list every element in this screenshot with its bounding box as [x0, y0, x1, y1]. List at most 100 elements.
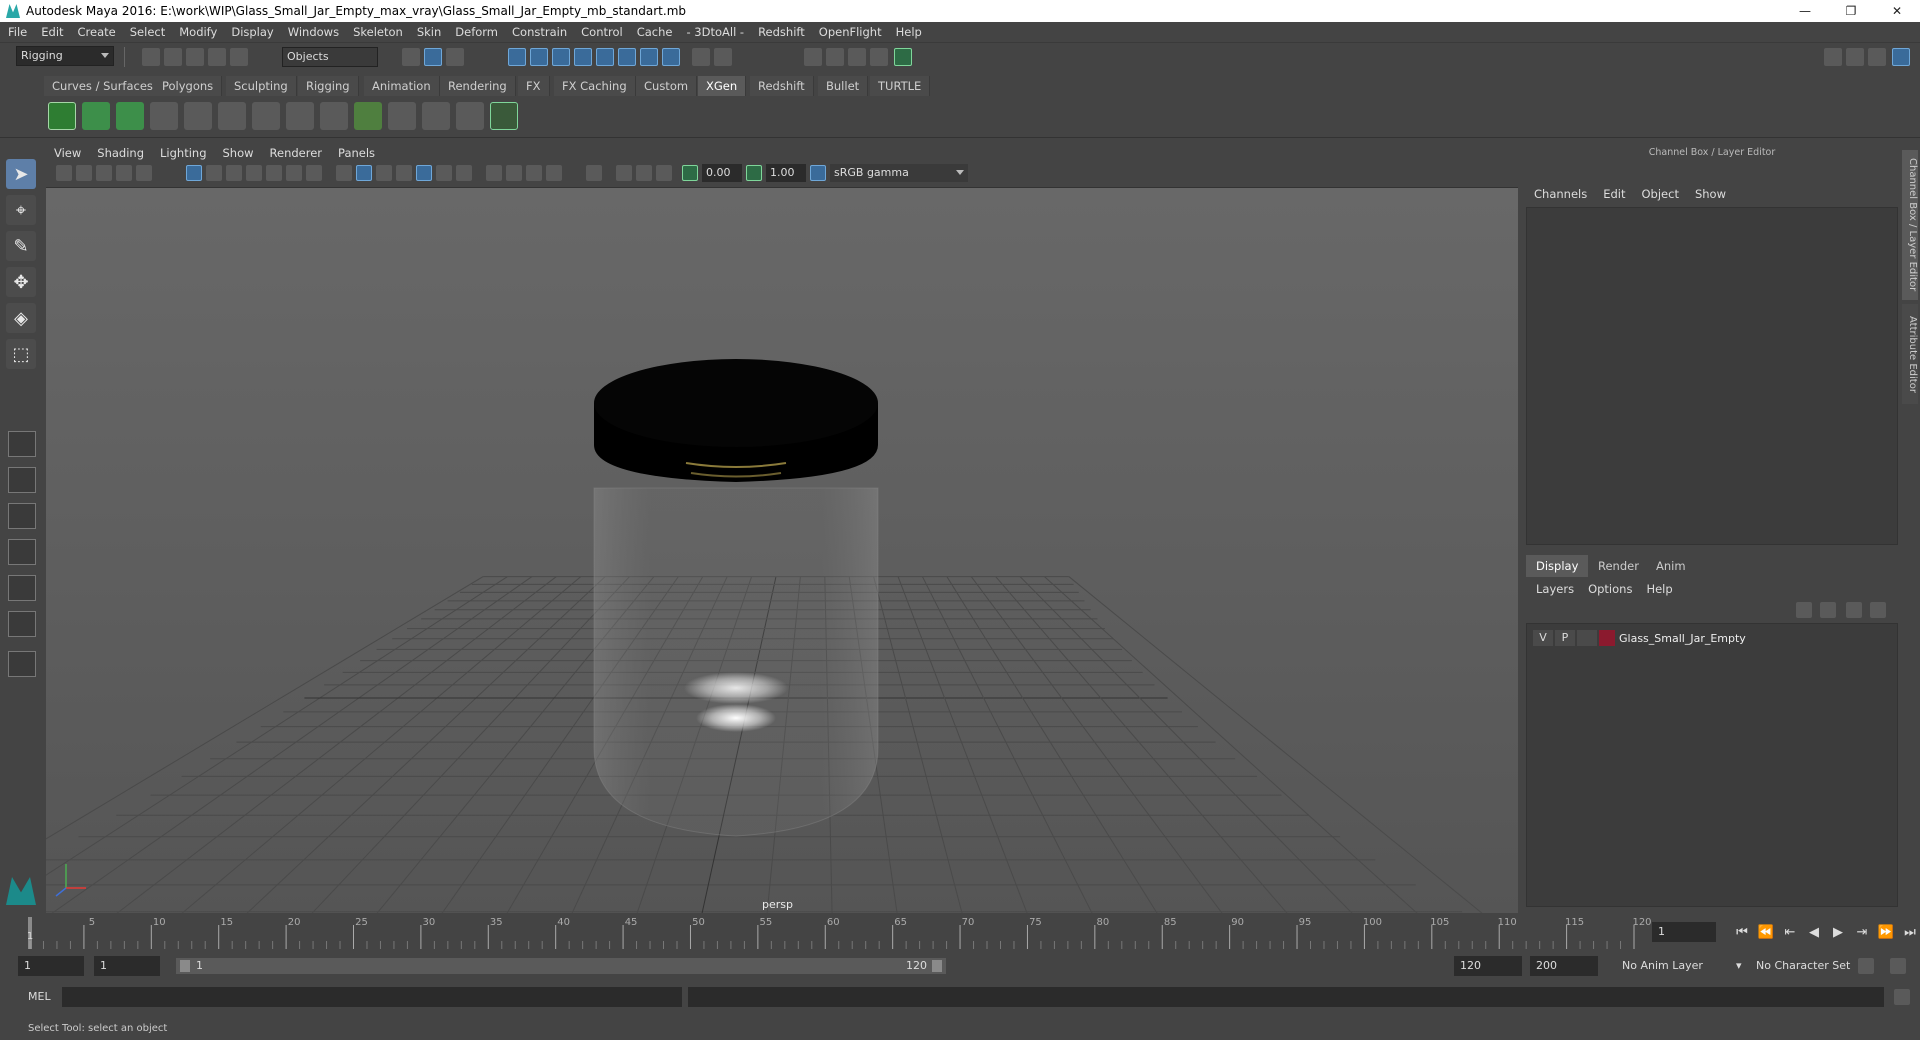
save-scene-icon[interactable] [186, 48, 204, 66]
select-hierarchy-icon[interactable] [402, 48, 420, 66]
menu-edit[interactable]: Edit [41, 25, 63, 39]
xgen-rebuild-icon[interactable] [252, 102, 280, 130]
isolate-select-icon[interactable] [586, 165, 602, 181]
smooth-shade-icon[interactable] [356, 165, 372, 181]
xgen-insert-cv-icon[interactable] [218, 102, 246, 130]
new-empty-layer-icon[interactable] [1846, 602, 1862, 618]
snap-view-plane-icon[interactable] [574, 48, 592, 66]
close-button[interactable]: ✕ [1874, 0, 1920, 22]
tab-fx-caching[interactable]: FX Caching [554, 76, 636, 96]
menu-help[interactable]: Help [896, 25, 922, 39]
tab-redshift[interactable]: Redshift [750, 76, 814, 96]
select-component-icon[interactable] [446, 48, 464, 66]
lock-icon[interactable] [692, 48, 710, 66]
snap-vertex-icon[interactable] [618, 48, 636, 66]
command-input[interactable] [62, 987, 682, 1007]
exposure-field[interactable]: 0.00 [702, 164, 742, 182]
tab-sculpting[interactable]: Sculpting [226, 76, 297, 96]
menu-constrain[interactable]: Constrain [512, 25, 567, 39]
xgen-preview-icon[interactable] [82, 102, 110, 130]
xray-icon[interactable] [616, 165, 632, 181]
step-forward-frame-icon[interactable]: ⏩ [1874, 922, 1898, 942]
four-view-layout-icon[interactable] [8, 467, 36, 493]
menu-skin[interactable]: Skin [417, 25, 441, 39]
viewport-menu-panels[interactable]: Panels [338, 146, 375, 160]
tab-xgen[interactable]: XGen [698, 76, 747, 96]
go-to-end-icon[interactable]: ⏭ [1898, 922, 1920, 942]
exposure-icon[interactable] [682, 165, 698, 181]
tab-rigging[interactable]: Rigging [298, 76, 359, 96]
single-perspective-layout-icon[interactable] [8, 431, 36, 457]
tab-render[interactable]: Render [1588, 555, 1649, 577]
wireframe-icon[interactable] [336, 165, 352, 181]
tool-settings-icon[interactable] [1868, 48, 1886, 66]
screen-space-ao-icon[interactable] [486, 165, 502, 181]
viewport-menu-shading[interactable]: Shading [97, 146, 144, 160]
undo-icon[interactable] [208, 48, 226, 66]
render-view-icon[interactable] [894, 48, 912, 66]
xgen-normalize-icon[interactable] [320, 102, 348, 130]
tab-polygons[interactable]: Polygons [154, 76, 223, 96]
new-scene-icon[interactable] [142, 48, 160, 66]
animation-end-field[interactable]: 200 [1530, 956, 1598, 976]
range-end-handle[interactable] [932, 960, 942, 972]
channel-box-toggle-icon[interactable] [1892, 48, 1910, 66]
play-backwards-icon[interactable]: ◀ [1802, 922, 1826, 942]
current-frame-field[interactable]: 1 [1652, 922, 1716, 942]
play-forwards-icon[interactable]: ▶ [1826, 922, 1850, 942]
perspective-viewport[interactable]: persp [46, 187, 1518, 913]
outliner-persp-layout-icon[interactable] [8, 611, 36, 637]
rotate-tool-button[interactable]: ◈ [6, 303, 36, 333]
persp-outliner-layout-icon[interactable] [8, 575, 36, 601]
color-management-icon[interactable] [810, 165, 826, 181]
layer-color-swatch[interactable] [1599, 630, 1615, 646]
wireframe-on-shaded-icon[interactable] [396, 165, 412, 181]
xgen-add-guide-icon[interactable] [150, 102, 178, 130]
default-material-icon[interactable] [376, 165, 392, 181]
depth-of-field-icon[interactable] [546, 165, 562, 181]
snap-grid-icon[interactable] [508, 48, 526, 66]
gate-mask-icon[interactable] [246, 165, 262, 181]
playback-range-bar[interactable]: 1 120 [176, 958, 946, 974]
side-tab-attribute-editor[interactable]: Attribute Editor [1902, 304, 1918, 404]
tab-turtle[interactable]: TURTLE [870, 76, 931, 96]
side-tab-channel-box[interactable]: Channel Box / Layer Editor [1902, 150, 1918, 300]
viewport-menu-renderer[interactable]: Renderer [270, 146, 323, 160]
xgen-guide-to-curve-icon[interactable] [388, 102, 416, 130]
film-gate-icon[interactable] [206, 165, 222, 181]
viewport-menu-show[interactable]: Show [223, 146, 254, 160]
anti-aliasing-icon[interactable] [526, 165, 542, 181]
motion-blur-icon[interactable] [506, 165, 522, 181]
viewport-menu-view[interactable]: View [54, 146, 81, 160]
use-lights-icon[interactable] [436, 165, 452, 181]
command-language-label[interactable]: MEL [28, 987, 51, 1007]
go-to-start-icon[interactable]: ⏮ [1730, 922, 1754, 942]
character-set-dropdown[interactable]: No Character Set [1756, 956, 1850, 976]
layer-visibility-toggle[interactable]: V [1533, 630, 1553, 646]
layer-row[interactable]: V P Glass_Small_Jar_Empty [1533, 628, 1891, 648]
menu-windows[interactable]: Windows [288, 25, 339, 39]
layer-display-type-toggle[interactable] [1577, 630, 1597, 646]
textured-icon[interactable] [416, 165, 432, 181]
xgen-layers-icon[interactable] [354, 102, 382, 130]
snap-point-icon[interactable] [552, 48, 570, 66]
two-pane-layout-icon[interactable] [8, 503, 36, 529]
gamma-field[interactable]: 1.00 [766, 164, 806, 182]
modeling-toolkit-icon[interactable] [1824, 48, 1842, 66]
snap-curve-icon[interactable] [530, 48, 548, 66]
time-slider[interactable]: 1 5 10 15 20 25 30 35 40 45 50 55 60 65 70 75 80 85 90 95 1… [22, 917, 1652, 949]
menu-file[interactable]: File [8, 25, 27, 39]
selection-mode-dropdown[interactable]: Objects [282, 47, 378, 67]
tab-anim[interactable]: Anim [1646, 555, 1696, 577]
menu-control[interactable]: Control [581, 25, 623, 39]
xgen-sculpt-guide-icon[interactable] [184, 102, 212, 130]
xgen-create-description-icon[interactable] [116, 102, 144, 130]
xray-joints-icon[interactable] [636, 165, 652, 181]
grid-icon[interactable] [186, 165, 202, 181]
xgen-editor-icon[interactable] [48, 102, 76, 130]
safe-title-icon[interactable] [306, 165, 322, 181]
glass-jar-model[interactable] [593, 359, 879, 837]
tab-curves-surfaces[interactable]: Curves / Surfaces [44, 76, 162, 96]
minimize-button[interactable]: — [1782, 0, 1828, 22]
scale-tool-button[interactable]: ⬚ [6, 339, 36, 369]
